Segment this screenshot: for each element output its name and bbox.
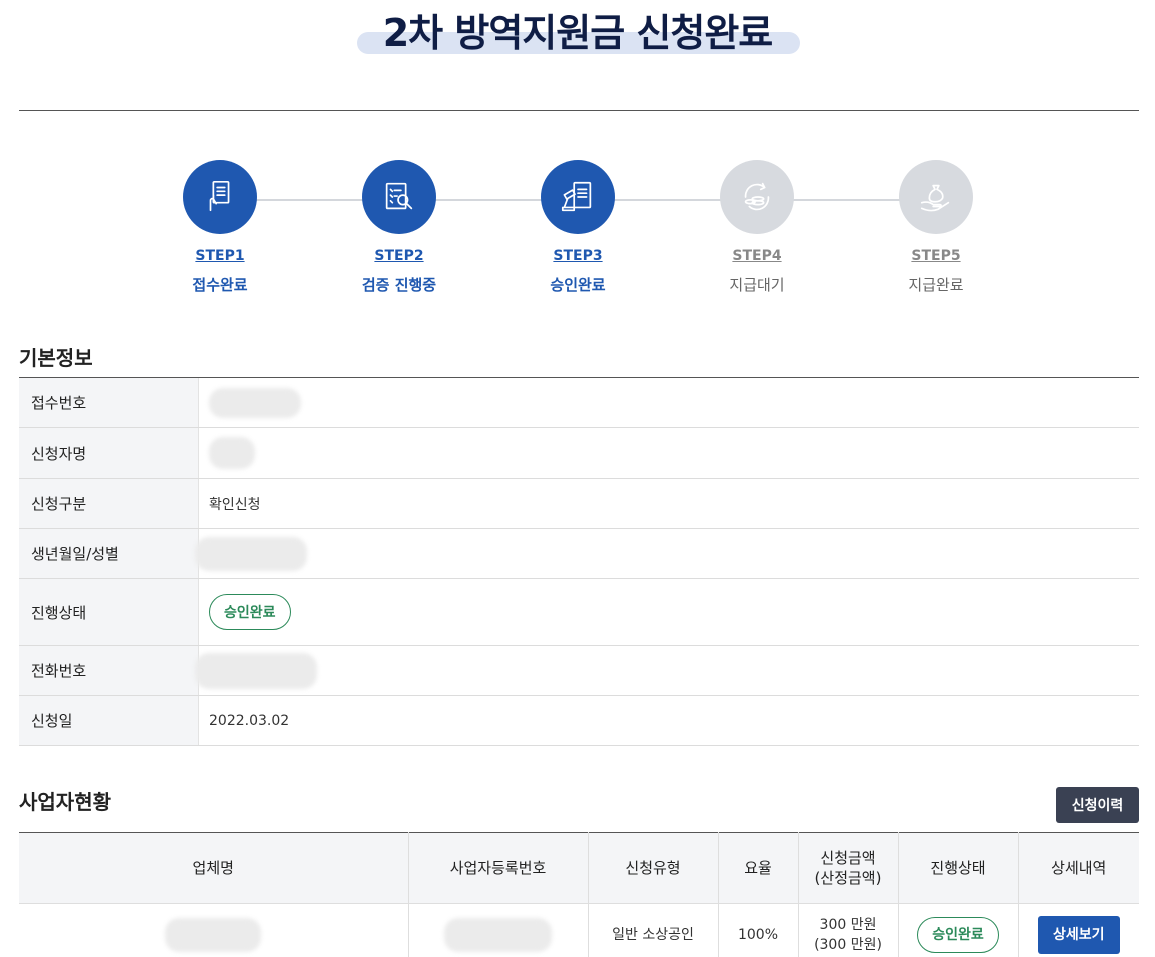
- applicant-name-label: 신청자명: [19, 428, 199, 478]
- business-table: 업체명 사업자등록번호 신청유형 요율 신청금액 (산정금액) 진행상태 상세내…: [19, 832, 1139, 957]
- progress-status-label: 진행상태: [19, 579, 199, 645]
- step-1: STEP1 접수완료: [150, 160, 290, 295]
- page-header: 2차 방역지원금 신청완료: [0, 0, 1155, 60]
- application-date-label: 신청일: [19, 696, 199, 745]
- col-company: 업체명: [19, 832, 409, 904]
- amount-cell: 300 만원 (300 만원): [798, 903, 899, 957]
- page-title: 2차 방역지원금 신청완료: [382, 11, 774, 55]
- status-badge: 승인완료: [209, 594, 291, 630]
- application-type-label: 신청구분: [19, 479, 199, 528]
- col-rate: 요율: [718, 832, 799, 904]
- step-number: STEP3: [553, 248, 603, 264]
- redacted-block: [209, 387, 301, 418]
- coins-cycle-icon: [720, 160, 794, 234]
- receipt-no-value: [199, 387, 1139, 418]
- col-amount: 신청금액 (산정금액): [798, 832, 899, 904]
- col-detail: 상세내역: [1018, 832, 1139, 904]
- progress-steps: STEP1 접수완료 STEP2 검증 진행중 STEP3 승인완료 STEP4…: [0, 160, 1155, 300]
- redacted-block: [165, 917, 262, 952]
- col-type: 신청유형: [588, 832, 719, 904]
- step-5: STEP5 지급완료: [866, 160, 1006, 295]
- step-number: STEP5: [911, 248, 961, 264]
- info-row-receipt-no: 접수번호: [19, 378, 1139, 428]
- reg-no-cell: [408, 903, 589, 957]
- step-label: 접수완료: [192, 276, 248, 294]
- redacted-block: [195, 652, 317, 689]
- company-cell: [19, 903, 409, 957]
- detail-cell: 상세보기: [1018, 904, 1139, 957]
- receipt-no-label: 접수번호: [19, 378, 199, 427]
- view-detail-button[interactable]: 상세보기: [1037, 915, 1120, 954]
- col-status: 진행상태: [898, 832, 1019, 904]
- phone-value: [195, 652, 1139, 689]
- step-label: 승인완료: [550, 276, 606, 294]
- step-number: STEP2: [374, 248, 424, 264]
- application-date-value: 2022.03.02: [209, 712, 290, 729]
- money-bag-hand-icon: [899, 160, 973, 234]
- progress-status-value: 승인완료: [199, 594, 1139, 630]
- phone-label: 전화번호: [19, 646, 199, 695]
- redacted-block: [195, 536, 307, 571]
- info-row-application-type: 신청구분 확인신청: [19, 479, 1139, 529]
- step-number: STEP1: [195, 248, 245, 264]
- document-hand-icon: [183, 160, 257, 234]
- info-row-application-date: 신청일 2022.03.02: [19, 696, 1139, 746]
- table-row: 일반 소상공인 100% 300 만원 (300 만원) 승인완료 상세보기: [19, 903, 1139, 957]
- status-cell: 승인완료: [898, 903, 1019, 957]
- table-header-row: 업체명 사업자등록번호 신청유형 요율 신청금액 (산정금액) 진행상태 상세내…: [19, 832, 1139, 904]
- step-label: 지급대기: [729, 276, 785, 294]
- business-status-title: 사업자현황: [19, 790, 111, 814]
- step-number: STEP4: [732, 248, 782, 264]
- status-badge: 승인완료: [917, 916, 999, 953]
- application-history-button[interactable]: 신청이력: [1056, 787, 1139, 823]
- birth-gender-label: 생년월일/성별: [19, 529, 199, 578]
- applicant-name-value: [199, 437, 1139, 469]
- redacted-block: [444, 917, 552, 952]
- application-type-value: 확인신청: [209, 496, 261, 513]
- birth-gender-value: [195, 536, 1139, 571]
- info-row-birth-gender: 생년월일/성별: [19, 529, 1139, 579]
- redacted-block: [209, 437, 255, 469]
- info-row-phone: 전화번호: [19, 646, 1139, 696]
- step-4: STEP4 지급대기: [687, 160, 827, 295]
- header-divider: [19, 110, 1139, 111]
- step-3: STEP3 승인완료: [508, 160, 648, 295]
- basic-info-table: 접수번호 신청자명 신청구분 확인신청 생년월일/성별 진행상태 승인완료 전화…: [19, 377, 1139, 746]
- step-2: STEP2 검증 진행중: [329, 160, 469, 295]
- gavel-document-icon: [541, 160, 615, 234]
- type-cell: 일반 소상공인: [588, 903, 719, 957]
- rate-cell: 100%: [718, 903, 799, 957]
- col-reg-no: 사업자등록번호: [408, 832, 589, 904]
- step-label: 검증 진행중: [361, 276, 437, 294]
- info-row-applicant-name: 신청자명: [19, 428, 1139, 479]
- document-search-icon: [362, 160, 436, 234]
- info-row-progress-status: 진행상태 승인완료: [19, 579, 1139, 646]
- basic-info-title: 기본정보: [19, 346, 93, 370]
- step-label: 지급완료: [908, 276, 964, 294]
